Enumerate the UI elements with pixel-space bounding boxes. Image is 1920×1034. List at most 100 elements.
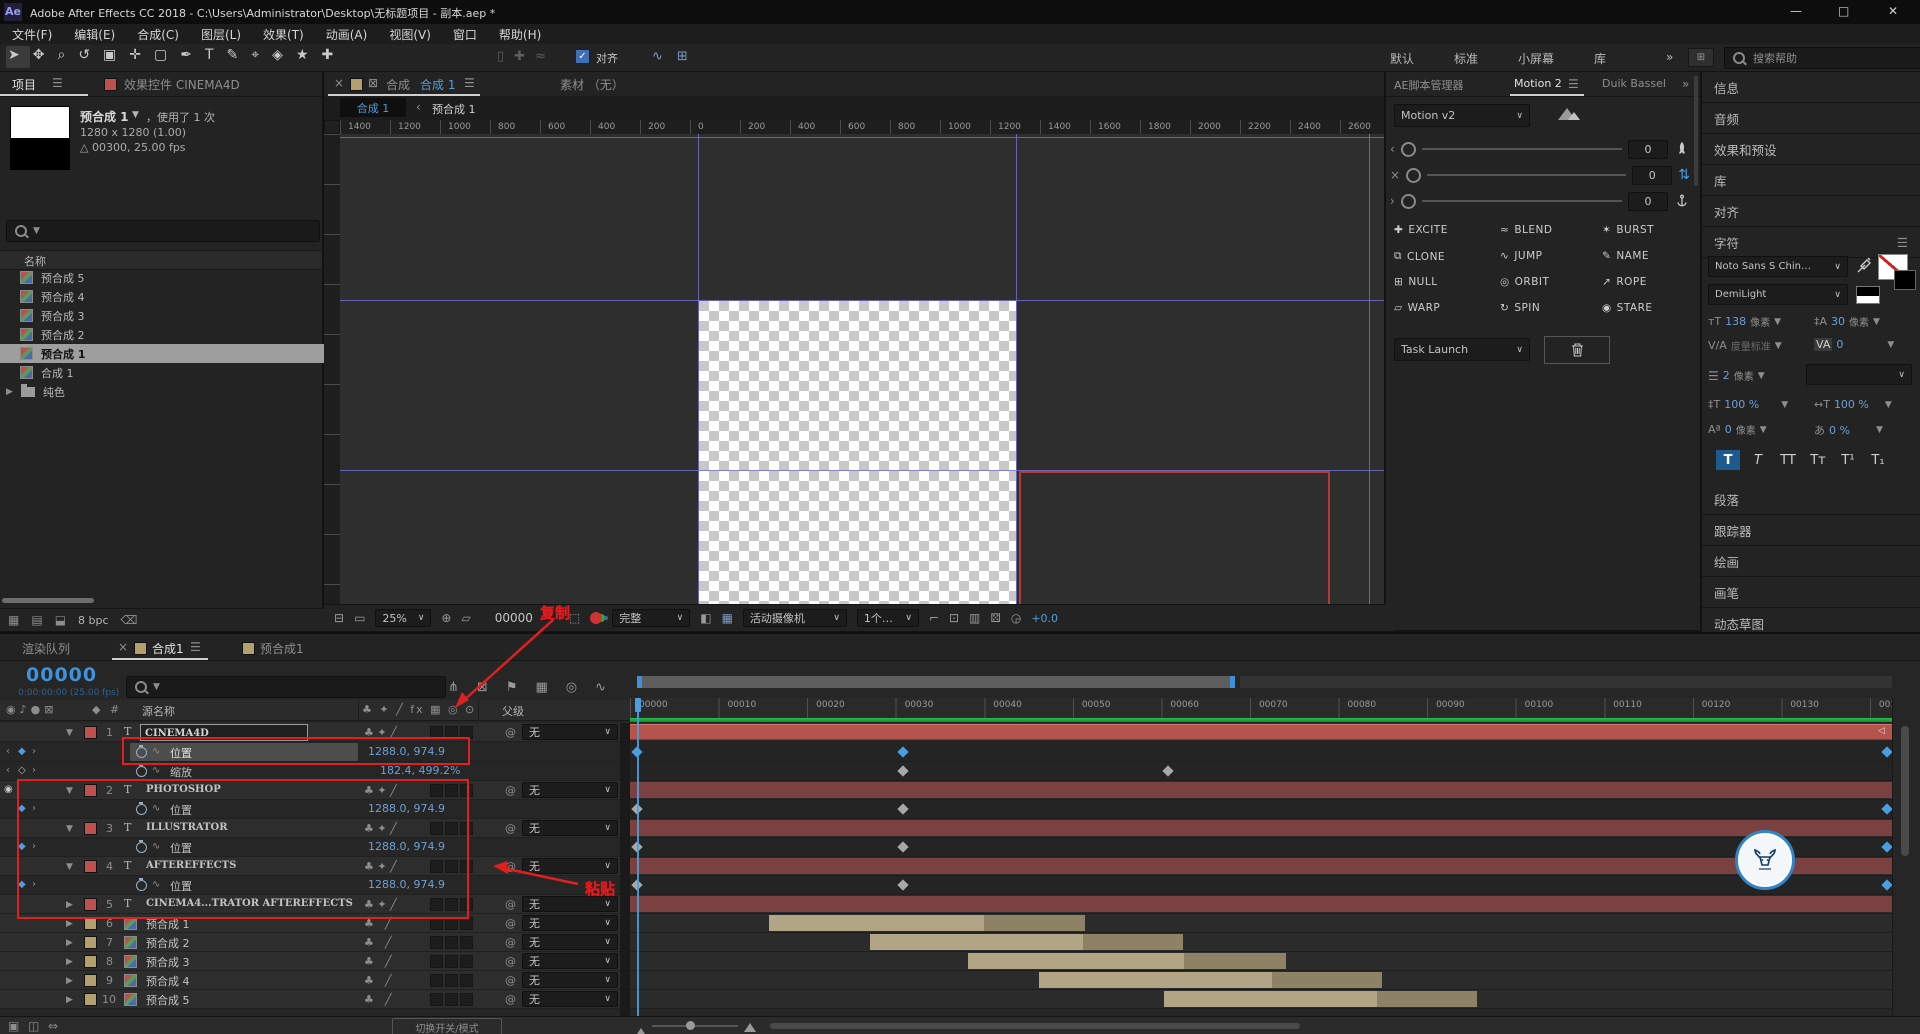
layer-switches[interactable]: ♣ ╱ — [364, 974, 391, 987]
property-row[interactable]: ‹ ◆ › ∿ 位置 1288.0, 974.9 — [0, 743, 630, 762]
character-menu-icon[interactable]: ☰ — [1897, 235, 1908, 250]
nav-handle-left[interactable] — [637, 676, 642, 688]
switch-box[interactable] — [445, 898, 458, 911]
expand-icon[interactable]: ▶ — [6, 387, 13, 397]
list-item[interactable]: 预合成 3 — [0, 306, 342, 325]
layer-track[interactable] — [630, 990, 1892, 1009]
superscript-button[interactable]: T¹ — [1836, 450, 1860, 470]
pickwhip-icon[interactable]: @ — [505, 898, 516, 911]
layer-row[interactable]: ▼ 3 T ILLUSTRATOR ♣ ✦ ╱ @ 无 ∨ — [0, 819, 630, 838]
tab-project[interactable]: 项目 — [12, 76, 36, 93]
list-item[interactable]: 预合成 4 — [0, 287, 342, 306]
layer-name[interactable]: 预合成 5 — [146, 992, 190, 1008]
layer-switches[interactable]: ♣ ✦ ╱ — [364, 822, 397, 835]
graph-icon[interactable]: ∿ — [152, 746, 160, 757]
stroke-color-swatch[interactable] — [1894, 270, 1916, 290]
keyframe[interactable] — [1162, 765, 1174, 777]
timeline-nav-bar[interactable] — [637, 676, 1235, 688]
workspace-item[interactable]: 库 — [1594, 50, 1606, 67]
timeline-toggle-icon[interactable]: ∿ — [595, 680, 606, 695]
expander-icon[interactable]: ▶ — [66, 976, 73, 986]
source-name-header[interactable]: 源名称 — [142, 703, 175, 719]
guide-line[interactable] — [340, 300, 1384, 301]
burst-button[interactable]: ✶ BURST — [1602, 224, 1654, 236]
layer-duration-bar[interactable] — [630, 896, 1892, 912]
tab-comp-name[interactable]: 合成 1 — [420, 76, 455, 93]
anchor-icon[interactable] — [1674, 193, 1690, 209]
comp-pasteboard[interactable] — [340, 134, 1384, 604]
orbit-button[interactable]: ◎ ORBIT — [1500, 276, 1549, 288]
zoom-in-mountain-icon[interactable] — [744, 1021, 756, 1034]
maximize-button[interactable]: □ — [1838, 4, 1849, 18]
font-size-control[interactable]: тT 138 像素 ▼ — [1708, 314, 1781, 329]
tool-icon[interactable]: ⊞ — [677, 49, 688, 64]
tool-icon[interactable]: ✎ — [227, 47, 239, 63]
project-search-box[interactable]: ▼ — [6, 220, 320, 242]
switch-box[interactable] — [430, 726, 443, 739]
mask-toggle-icon[interactable]: ▱ — [461, 611, 470, 625]
pickwhip-icon[interactable]: @ — [505, 917, 516, 930]
switch-box[interactable] — [445, 974, 458, 987]
leading-control[interactable]: ‡A 30 像素 ▼ — [1814, 314, 1880, 329]
faux-italic-button[interactable]: T — [1746, 450, 1770, 470]
expander-icon[interactable]: ▼ — [66, 728, 73, 738]
next-keyframe-icon[interactable]: › — [32, 841, 36, 852]
parent-dropdown[interactable]: 无 ∨ — [522, 934, 618, 950]
layer-switches[interactable]: ♣ ╱ — [364, 955, 391, 968]
workspace-item[interactable]: 标准 — [1454, 50, 1478, 67]
slider-handle[interactable] — [1400, 193, 1416, 209]
keyframe-toggle-icon[interactable]: ◆ — [18, 841, 26, 852]
switch-box[interactable] — [430, 822, 443, 835]
graph-icon[interactable]: ∿ — [152, 765, 160, 776]
switch-box[interactable] — [445, 784, 458, 797]
layer-row[interactable]: ▶ 6 预合成 1 ♣ ╱ @ 无 ∨ — [0, 914, 630, 933]
font-style-dropdown[interactable]: DemiLight ∨ — [1708, 284, 1848, 305]
layer-name-edit-box[interactable]: CINEMA4D — [140, 724, 308, 741]
layer-switches-pane-icon[interactable]: ▣ — [8, 1019, 19, 1033]
all-caps-button[interactable]: TT — [1776, 450, 1800, 470]
layer-track[interactable] — [630, 914, 1892, 933]
tab-comp1[interactable]: 合成1 — [152, 640, 184, 657]
layer-duration-bar[interactable] — [630, 782, 1892, 798]
parent-dropdown[interactable]: 无 ∨ — [522, 782, 618, 798]
layer-row[interactable]: ▶ 7 预合成 2 ♣ ╱ @ 无 ∨ — [0, 933, 630, 952]
pickwhip-icon[interactable]: @ — [505, 784, 516, 797]
timeline-ruler[interactable]: 00000 00010 00020 00030 00040 00050 00060 00070… — [630, 698, 1892, 719]
expander-icon[interactable]: ▶ — [66, 919, 73, 929]
layer-track[interactable] — [630, 819, 1892, 838]
keyframe[interactable] — [897, 765, 909, 777]
breadcrumb-parent-tab[interactable]: 合成 1 — [340, 98, 406, 117]
transparency-grid-icon[interactable]: ▦ — [722, 611, 733, 625]
null-button[interactable]: ⊞ NULL — [1394, 276, 1438, 288]
timeline-zoom-handle[interactable] — [686, 1021, 695, 1030]
property-row[interactable]: ◆ › ∿ 位置 1288.0, 974.9 — [0, 876, 630, 895]
guide-line[interactable] — [698, 134, 699, 604]
layer-track[interactable] — [630, 781, 1892, 800]
switch-box[interactable] — [460, 898, 473, 911]
next-keyframe-icon[interactable]: › — [32, 765, 36, 776]
layer-track[interactable] — [630, 933, 1892, 952]
kerning-value[interactable]: 度量标准 — [1731, 338, 1771, 353]
tab-effect-controls[interactable]: 效果控件 CINEMA4D — [124, 76, 240, 93]
switch-box[interactable] — [460, 917, 473, 930]
slider-mode-icon[interactable]: × — [1390, 168, 1400, 182]
motion-preset-dropdown[interactable]: Motion v2 ∨ — [1394, 104, 1530, 127]
dropdown-icon[interactable]: ▼ — [1760, 425, 1767, 435]
stroke-width-value[interactable]: 2 — [1723, 369, 1730, 382]
parent-dropdown[interactable]: 无 ∨ — [522, 953, 618, 969]
tab-render-queue[interactable]: 渲染队列 — [22, 640, 70, 657]
playhead-line[interactable] — [637, 698, 639, 1016]
switch-box[interactable] — [460, 993, 473, 1006]
list-item[interactable]: 合成 1 — [0, 363, 342, 382]
layer-duration-bar[interactable] — [870, 934, 1183, 950]
name-button[interactable]: ✎ NAME — [1602, 250, 1649, 262]
layer-name[interactable]: AFTEREFFECTS — [146, 860, 236, 871]
menu-item[interactable]: 编辑(E) — [74, 26, 115, 43]
pickwhip-icon[interactable]: @ — [505, 974, 516, 987]
switch-box[interactable] — [445, 917, 458, 930]
menu-item[interactable]: 效果(T) — [263, 26, 304, 43]
switch-box[interactable] — [445, 726, 458, 739]
parent-dropdown[interactable]: 无 ∨ — [522, 972, 618, 988]
layer-color-chip[interactable] — [84, 993, 97, 1006]
comp-marker-icon[interactable]: ◁ — [1878, 726, 1885, 736]
